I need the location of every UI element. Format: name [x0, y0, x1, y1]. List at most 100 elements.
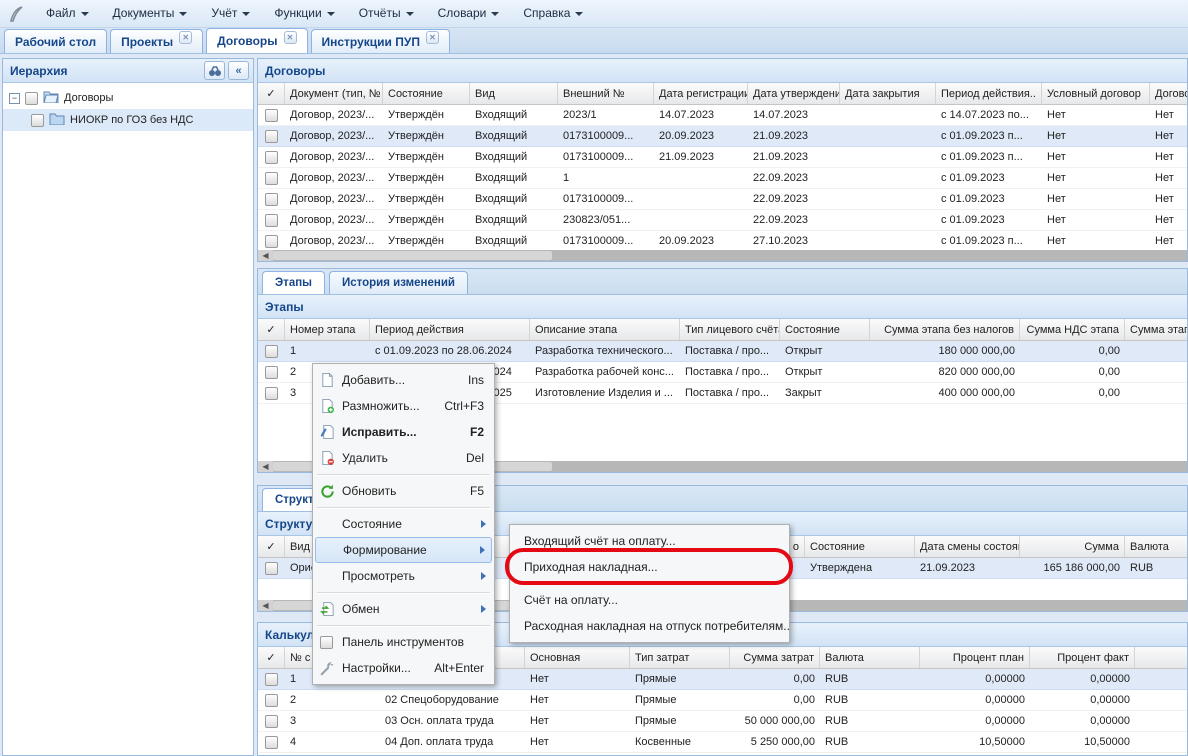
scroll-left-icon[interactable]: ◀: [258, 250, 273, 261]
column-header[interactable]: Дата смены состояния: [915, 536, 1020, 557]
column-header[interactable]: Условный договор: [1042, 83, 1150, 104]
tab-stages[interactable]: Этапы: [262, 271, 325, 294]
column-header[interactable]: Описание этапа: [530, 319, 680, 340]
column-header[interactable]: Состояние: [383, 83, 470, 104]
column-header[interactable]: Состояние: [780, 319, 870, 340]
menu-item-add[interactable]: Добавить... Ins: [315, 367, 492, 393]
column-header[interactable]: Валюта: [820, 647, 920, 668]
tree-item-contracts[interactable]: − Договоры: [3, 87, 253, 109]
row-checkbox[interactable]: [265, 130, 278, 143]
column-header[interactable]: Тип лицевого счёта: [680, 319, 780, 340]
submenu-item-incoming-invoice[interactable]: Входящий счёт на оплату...: [510, 528, 789, 554]
column-header[interactable]: Сумма затрат: [730, 647, 820, 668]
menu-item-state[interactable]: Состояние: [315, 511, 492, 537]
tab-instructions[interactable]: Инструкции ПУП✕: [311, 29, 450, 53]
menu-item-refresh[interactable]: Обновить F5: [315, 478, 492, 504]
collapse-left-icon[interactable]: «: [228, 61, 249, 80]
table-row[interactable]: Договор, 2023/...УтверждёнВходящий017310…: [258, 231, 1187, 250]
close-icon[interactable]: ✕: [284, 31, 297, 44]
column-header[interactable]: ✓: [258, 319, 285, 340]
tree-checkbox[interactable]: [25, 92, 38, 105]
menu-accounting[interactable]: Учёт: [199, 3, 262, 24]
close-icon[interactable]: ✕: [426, 31, 439, 44]
table-row[interactable]: 1с 01.09.2023 по 28.06.2024Разработка те…: [258, 341, 1187, 362]
column-header[interactable]: Сумма НДС этапа: [1020, 319, 1125, 340]
column-header[interactable]: [1135, 647, 1188, 668]
scroll-left-icon[interactable]: ◀: [258, 600, 273, 611]
menu-item-formation[interactable]: Формирование: [315, 537, 492, 563]
row-checkbox[interactable]: [265, 345, 278, 358]
column-header[interactable]: Сумма этапа без налогов: [870, 319, 1020, 340]
collapse-expander-icon[interactable]: −: [9, 93, 20, 104]
menu-functions[interactable]: Функции: [262, 3, 346, 24]
menu-file[interactable]: Файл: [34, 3, 101, 24]
column-header[interactable]: Дата закрытия: [840, 83, 936, 104]
column-header[interactable]: Тип затрат: [630, 647, 730, 668]
menu-help[interactable]: Справка: [511, 3, 595, 24]
menu-item-exchange[interactable]: Обмен: [315, 596, 492, 622]
column-header[interactable]: ✓: [258, 647, 285, 668]
row-checkbox[interactable]: [265, 109, 278, 122]
table-row[interactable]: Договор, 2023/...УтверждёнВходящий122.09…: [258, 168, 1187, 189]
column-header[interactable]: Документ (тип, №: [285, 83, 383, 104]
table-row[interactable]: Договор, 2023/...УтверждёнВходящий017310…: [258, 189, 1187, 210]
column-header[interactable]: Вид: [470, 83, 558, 104]
column-header[interactable]: Процент план: [920, 647, 1030, 668]
menu-item-delete[interactable]: Удалить Del: [315, 445, 492, 471]
row-checkbox[interactable]: [265, 235, 278, 248]
tree-checkbox[interactable]: [31, 114, 44, 127]
menu-dictionaries[interactable]: Словари: [426, 3, 512, 24]
column-header[interactable]: Сумма: [1020, 536, 1125, 557]
column-header[interactable]: Период действия..: [936, 83, 1042, 104]
column-header[interactable]: Дата регистрации: [654, 83, 748, 104]
submenu-item-payment-invoice[interactable]: Счёт на оплату...: [510, 587, 789, 613]
table-row[interactable]: Договор, 2023/...УтверждёнВходящий017310…: [258, 147, 1187, 168]
column-header[interactable]: Период действия: [370, 319, 530, 340]
column-header[interactable]: Номер этапа: [285, 319, 370, 340]
row-checkbox[interactable]: [265, 715, 278, 728]
column-header[interactable]: Процент факт: [1030, 647, 1135, 668]
menu-item-view[interactable]: Просмотреть: [315, 563, 492, 589]
column-header[interactable]: Внешний №: [558, 83, 654, 104]
column-header[interactable]: Договор: [1150, 83, 1188, 104]
row-checkbox[interactable]: [265, 562, 278, 575]
column-header[interactable]: Основная: [525, 647, 630, 668]
menu-item-edit[interactable]: Исправить... F2: [315, 419, 492, 445]
contracts-hscrollbar[interactable]: ◀: [258, 250, 1187, 261]
table-row[interactable]: Договор, 2023/...УтверждёнВходящий230823…: [258, 210, 1187, 231]
scroll-left-icon[interactable]: ◀: [258, 461, 273, 472]
row-checkbox[interactable]: [265, 366, 278, 379]
submenu-item-outgoing-note[interactable]: Расходная накладная на отпуск потребител…: [510, 613, 789, 639]
table-row[interactable]: Договор, 2023/...УтверждёнВходящий017310…: [258, 126, 1187, 147]
submenu-item-receipt-note[interactable]: Приходная накладная...: [510, 554, 789, 580]
column-header[interactable]: ✓: [258, 536, 285, 557]
row-checkbox[interactable]: [265, 193, 278, 206]
menu-item-toolbar-toggle[interactable]: Панель инструментов: [315, 629, 492, 655]
table-row[interactable]: 303 Осн. оплата трудаНетПрямые50 000 000…: [258, 711, 1187, 732]
table-row[interactable]: Договор, 2023/...УтверждёнВходящий2023/1…: [258, 105, 1187, 126]
tab-contracts[interactable]: Договоры✕: [206, 28, 307, 53]
menu-item-settings[interactable]: Настройки... Alt+Enter: [315, 655, 492, 681]
menu-reports[interactable]: Отчёты: [347, 3, 426, 24]
binoculars-icon[interactable]: [204, 61, 225, 80]
tree-item-niokr[interactable]: НИОКР по ГОЗ без НДС: [3, 109, 253, 131]
scrollbar-thumb[interactable]: [273, 251, 552, 260]
column-header[interactable]: Состояние: [805, 536, 915, 557]
tab-desktop[interactable]: Рабочий стол: [4, 29, 107, 53]
menu-item-duplicate[interactable]: Размножить... Ctrl+F3: [315, 393, 492, 419]
column-header[interactable]: Сумма этапа: [1125, 319, 1188, 340]
row-checkbox[interactable]: [265, 172, 278, 185]
table-row[interactable]: 202 СпецоборудованиеНетПрямые0,00RUB0,00…: [258, 690, 1187, 711]
close-icon[interactable]: ✕: [179, 31, 192, 44]
row-checkbox[interactable]: [265, 694, 278, 707]
row-checkbox[interactable]: [265, 151, 278, 164]
tab-change-history[interactable]: История изменений: [329, 271, 468, 294]
table-row[interactable]: 404 Доп. оплата трудаНетКосвенные5 250 0…: [258, 732, 1187, 753]
row-checkbox[interactable]: [265, 673, 278, 686]
row-checkbox[interactable]: [265, 387, 278, 400]
row-checkbox[interactable]: [265, 736, 278, 749]
column-header[interactable]: Дата утверждения: [748, 83, 840, 104]
tab-projects[interactable]: Проекты✕: [110, 29, 203, 53]
row-checkbox[interactable]: [265, 214, 278, 227]
menu-documents[interactable]: Документы: [101, 3, 200, 24]
